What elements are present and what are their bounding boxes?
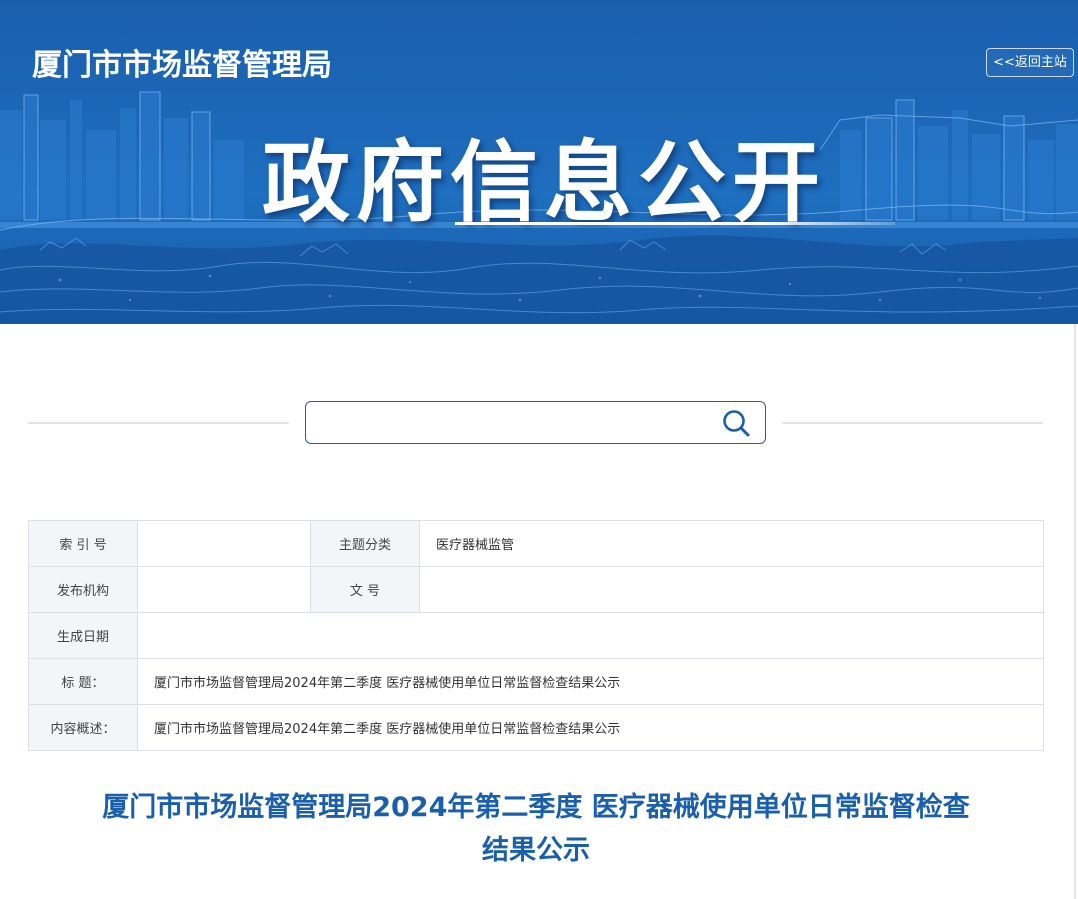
publisher-label: 发布机构 [28, 566, 138, 613]
banner-title: 政府信息公开 [262, 131, 827, 234]
document-info-table: 索 引 号 主题分类 医疗器械监管 发布机构 文 号 生成日期 标 题： 厦门市… [28, 520, 1044, 751]
table-row: 索 引 号 主题分类 医疗器械监管 [28, 520, 1044, 567]
banner-title-underline [455, 222, 895, 225]
topic-category-value: 医疗器械监管 [419, 520, 1044, 567]
document-number-label: 文 号 [310, 566, 420, 613]
article-title: 厦门市市场监督管理局2024年第二季度 医疗器械使用单位日常监督检查 结果公示 [60, 786, 1012, 872]
publisher-value [137, 566, 311, 613]
back-to-main-site-button[interactable]: <<返回主站 [986, 48, 1074, 77]
index-number-value [137, 520, 311, 567]
site-name[interactable]: 厦门市市场监督管理局 [32, 40, 332, 84]
table-row: 发布机构 文 号 [28, 566, 1044, 613]
title-value: 厦门市市场监督管理局2024年第二季度 医疗器械使用单位日常监督检查结果公示 [137, 658, 1044, 705]
topic-category-label: 主题分类 [310, 520, 420, 567]
search-divider-left [28, 422, 289, 424]
page-edge-divider [1074, 324, 1076, 899]
document-number-value [419, 566, 1044, 613]
table-row: 标 题： 厦门市市场监督管理局2024年第二季度 医疗器械使用单位日常监督检查结… [28, 658, 1044, 705]
search-divider-right [782, 422, 1043, 424]
summary-label: 内容概述： [28, 704, 138, 751]
index-number-label: 索 引 号 [28, 520, 138, 567]
header-banner: 厦门市市场监督管理局 <<返回主站 政府信息公开 [0, 0, 1078, 324]
summary-value: 厦门市市场监督管理局2024年第二季度 医疗器械使用单位日常监督检查结果公示 [137, 704, 1044, 751]
article-title-line-1: 厦门市市场监督管理局2024年第二季度 医疗器械使用单位日常监督检查 [102, 792, 970, 823]
table-row: 生成日期 [28, 612, 1044, 659]
title-label: 标 题： [28, 658, 138, 705]
search-input[interactable] [316, 408, 720, 439]
article-title-line-2: 结果公示 [482, 835, 590, 866]
generation-date-value [137, 612, 1044, 659]
table-row: 内容概述： 厦门市市场监督管理局2024年第二季度 医疗器械使用单位日常监督检查… [28, 704, 1044, 751]
search-icon[interactable] [717, 407, 753, 439]
search-box [305, 401, 766, 444]
generation-date-label: 生成日期 [28, 612, 138, 659]
